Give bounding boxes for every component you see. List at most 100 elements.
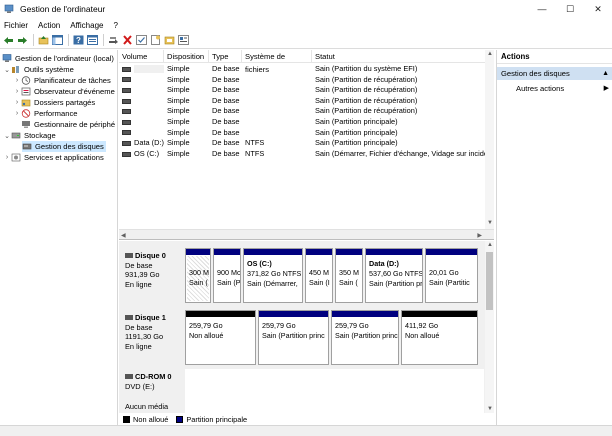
- delete-button[interactable]: [121, 34, 134, 47]
- disk-type: De base: [125, 260, 153, 270]
- cell-disposition: Simple: [167, 95, 190, 105]
- partition-size: 259,79 Go: [335, 321, 369, 330]
- cdrom-0-label[interactable]: CD-ROM 0 DVD (E:) Aucun média: [121, 369, 183, 419]
- volume-list: Volume Disposition Type Système de fichi…: [119, 50, 494, 240]
- tree-item-planificateur[interactable]: › Planificateur de tâches: [13, 75, 111, 86]
- tree-item-root[interactable]: Gestion de l'ordinateur (local): [2, 53, 114, 64]
- expand-icon[interactable]: ›: [3, 154, 11, 161]
- actions-autres-actions[interactable]: Autres actions ▶: [497, 82, 612, 95]
- column-header-volume[interactable]: Volume: [119, 50, 164, 63]
- cell-type: De base: [212, 74, 240, 84]
- disk1-partition[interactable]: 259,79 Go Sain (Partition princ: [258, 310, 329, 365]
- view-button[interactable]: [177, 34, 190, 47]
- disk-1-label[interactable]: Disque 1 De base 1191,30 Go En ligne: [121, 310, 183, 365]
- disk-0-label[interactable]: Disque 0 De base 931,39 Go En ligne: [121, 248, 183, 303]
- table-row[interactable]: Simple De base Sain (Partition de récupéra…: [119, 85, 494, 96]
- disk-1-row[interactable]: Disque 1 De base 1191,30 Go En ligne 259…: [121, 310, 484, 365]
- actions-section-gestion-disques[interactable]: Gestion des disques ▲: [497, 67, 612, 80]
- tree-item-observateur[interactable]: › Observateur d'événeme: [13, 86, 115, 97]
- disk0-partition[interactable]: OS (C:) 371,82 Go NTFS Sain (Démarrer,: [243, 248, 303, 303]
- volume-icon: [122, 119, 131, 125]
- properties-button[interactable]: [86, 34, 99, 47]
- column-header-status[interactable]: Statut: [312, 50, 494, 63]
- scrollbar-thumb[interactable]: [486, 252, 493, 310]
- console-tree: Gestion de l'ordinateur (local) ⌄ Outils…: [0, 50, 118, 425]
- disk0-partition[interactable]: 900 Mo Sain (P: [213, 248, 241, 303]
- forward-button[interactable]: [16, 34, 29, 47]
- table-row[interactable]: Data (D:) Simple De base NTFS Sain (Partitio…: [119, 138, 494, 149]
- cell-type: De base: [212, 64, 240, 73]
- cell-type: De base: [212, 138, 240, 148]
- up-folder-button[interactable]: [37, 34, 50, 47]
- back-button[interactable]: [2, 34, 15, 47]
- folder-button[interactable]: [163, 34, 176, 47]
- tree-item-stockage[interactable]: ⌄ Stockage: [3, 130, 56, 141]
- partition-type-bar: [214, 249, 240, 255]
- maximize-button[interactable]: ☐: [556, 0, 584, 18]
- disk0-partition[interactable]: 350 M Sain (: [335, 248, 363, 303]
- table-row[interactable]: Simple De base Sain (Partition de récupéra…: [119, 75, 494, 86]
- new-item-button[interactable]: [149, 34, 162, 47]
- column-header-type[interactable]: Type: [209, 50, 242, 63]
- table-row[interactable]: Simple De base Sain (Partition principale): [119, 128, 494, 139]
- expand-icon[interactable]: ›: [13, 99, 21, 106]
- collapse-icon[interactable]: ⌄: [3, 132, 11, 140]
- expand-icon[interactable]: ›: [13, 88, 21, 95]
- disk1-partition[interactable]: 259,79 Go Sain (Partition princ: [331, 310, 399, 365]
- collapse-icon[interactable]: ⌄: [3, 66, 11, 74]
- close-button[interactable]: ✕: [584, 0, 612, 18]
- disk1-partition[interactable]: 411,92 Go Non alloué: [401, 310, 478, 365]
- tree-item-services[interactable]: › Services et applications: [3, 152, 104, 163]
- toolbar-separator: [68, 34, 69, 46]
- disk-0-row[interactable]: Disque 0 De base 931,39 Go En ligne 300 …: [121, 248, 484, 303]
- table-row[interactable]: Simple De base Sain (Partition du système …: [119, 64, 494, 75]
- show-hide-tree-button[interactable]: [51, 34, 64, 47]
- cdrom-0-row[interactable]: CD-ROM 0 DVD (E:) Aucun média: [121, 369, 484, 419]
- checkmark-button[interactable]: [135, 34, 148, 47]
- help-button[interactable]: ?: [72, 34, 85, 47]
- volume-name: OS (C:): [134, 148, 160, 158]
- tree-item-performance[interactable]: › Performance: [13, 108, 78, 119]
- disk-view-vertical-scrollbar[interactable]: ▲ ▼: [485, 241, 494, 416]
- disk0-partition[interactable]: 450 M Sain (I: [305, 248, 333, 303]
- disk0-partition[interactable]: Data (D:) 537,60 Go NTFS Sain (Partition p…: [365, 248, 423, 303]
- cell-filesystem: [242, 128, 312, 139]
- table-row[interactable]: Simple De base Sain (Partition de récupéra…: [119, 96, 494, 107]
- menu-affichage[interactable]: Affichage: [70, 21, 103, 30]
- expand-icon[interactable]: ›: [13, 77, 21, 84]
- legend-primary-swatch: [176, 415, 184, 423]
- disk0-partition[interactable]: 300 M Sain (: [185, 248, 211, 303]
- tree-item-outils-systeme[interactable]: ⌄ Outils système: [3, 64, 74, 75]
- cdrom-type: DVD (E:): [125, 381, 155, 391]
- tree-item-dossiers-partages[interactable]: › Dossiers partagés: [13, 97, 95, 108]
- column-header-disposition[interactable]: Disposition: [164, 50, 209, 63]
- folder-up-icon: [38, 36, 49, 45]
- minimize-button[interactable]: —: [528, 0, 556, 18]
- table-row[interactable]: OS (C:) Simple De base NTFS Sain (Démarrer, …: [119, 149, 494, 160]
- scroll-left-icon[interactable]: ◀: [121, 232, 126, 239]
- scroll-down-icon[interactable]: ▼: [487, 220, 493, 226]
- connect-button[interactable]: [107, 34, 120, 47]
- scroll-up-icon[interactable]: ▲: [487, 242, 493, 248]
- section-label: Gestion des disques: [501, 69, 570, 78]
- tree-item-gestion-disques[interactable]: Gestion des disques: [22, 141, 106, 152]
- cell-status: Sain (Partition principale): [315, 117, 398, 126]
- tree-item-peripheriques[interactable]: Gestionnaire de périphé: [13, 119, 115, 130]
- menu-fichier[interactable]: Fichier: [4, 21, 28, 30]
- volume-list-horizontal-scrollbar[interactable]: ◀ ▶: [119, 229, 494, 239]
- menu-help[interactable]: ?: [113, 21, 117, 30]
- cell-filesystem: NTFS: [245, 148, 265, 158]
- volume-list-vertical-scrollbar[interactable]: ▲ ▼: [485, 50, 494, 230]
- scroll-right-icon[interactable]: ▶: [477, 232, 482, 239]
- menu-action[interactable]: Action: [38, 21, 60, 30]
- cell-status: Sain (Partition de récupération): [315, 74, 418, 84]
- table-row[interactable]: Simple De base Sain (Partition principale): [119, 117, 494, 128]
- scroll-up-icon[interactable]: ▲: [487, 51, 493, 57]
- disk0-partition[interactable]: 20,01 Go Sain (Partitic: [425, 248, 478, 303]
- table-row[interactable]: Simple De base Sain (Partition de récupéra…: [119, 106, 494, 117]
- column-header-filesystem[interactable]: Système de fichiers: [242, 50, 312, 74]
- disk1-partition[interactable]: 259,79 Go Non alloué: [185, 310, 256, 365]
- collapse-up-icon[interactable]: ▲: [602, 67, 609, 80]
- scroll-down-icon[interactable]: ▼: [487, 406, 493, 412]
- expand-icon[interactable]: ›: [13, 110, 21, 117]
